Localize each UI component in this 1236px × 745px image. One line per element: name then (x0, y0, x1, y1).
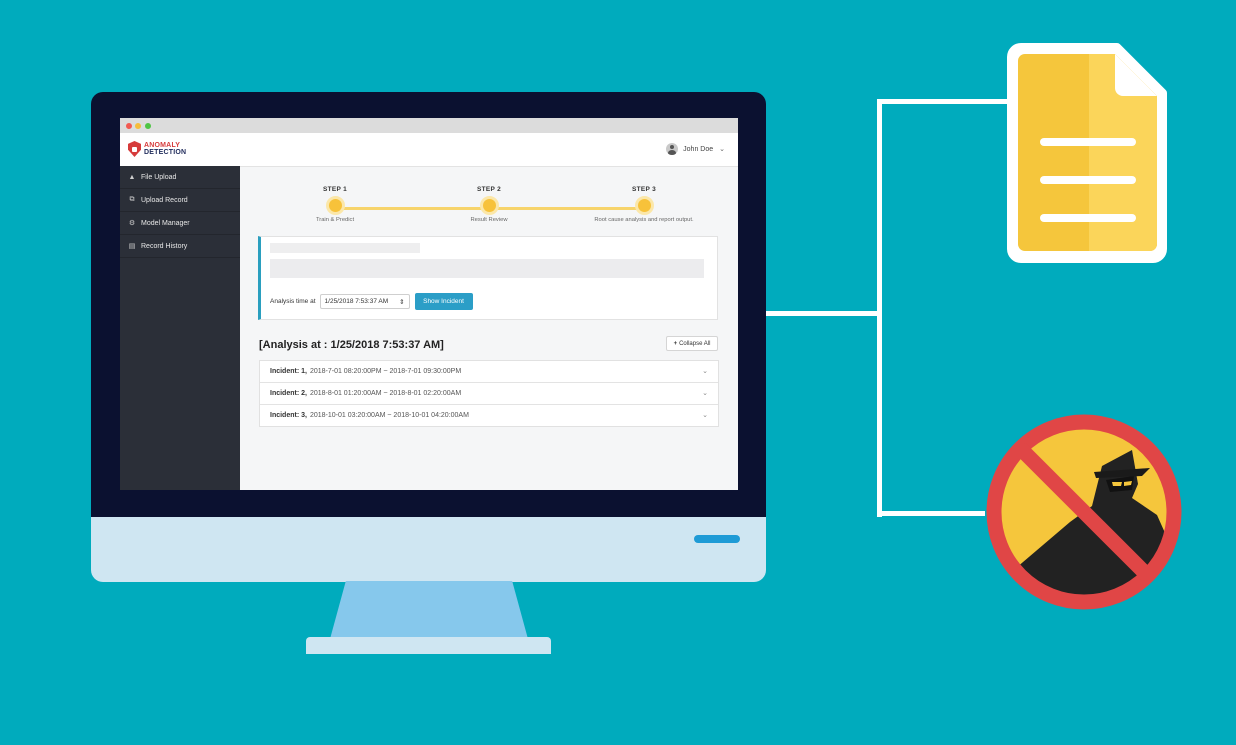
connector-line (877, 99, 1009, 104)
step-dot (634, 196, 654, 215)
incident-label: Incident: 1, (270, 368, 307, 375)
monitor-stand-neck (330, 581, 528, 639)
selected-time: 1/25/2018 7:53:37 AM (324, 298, 389, 305)
chevron-down-icon: ⌄ (702, 412, 708, 419)
step-progress: STEP 1 Train & Predict STEP 2 Result Rev… (240, 166, 738, 232)
window-titlebar (120, 118, 738, 133)
step-caption: Train & Predict (315, 217, 355, 223)
app-window: ANOMALY DETECTION John Doe ⌄ ▲ File Uplo… (120, 118, 738, 490)
copy-icon: ⧉ (129, 196, 135, 203)
list-item[interactable]: Incident: 3, 2018-10-01 03:20:00AM ~ 201… (260, 405, 718, 426)
connector-line (766, 311, 880, 316)
window-minimize-button[interactable] (135, 123, 141, 129)
analysis-title: [Analysis at : 1/25/2018 7:53:37 AM] (259, 339, 444, 351)
incident-range: 2018-7-01 08:20:00PM ~ 2018-7-01 09:30:0… (309, 368, 462, 375)
show-incident-button[interactable]: Show Incident (414, 293, 473, 310)
step-3[interactable]: STEP 3 Root cause analysis and report ou… (574, 186, 714, 223)
blurred-text-placeholder (270, 243, 420, 253)
collapse-all-button[interactable]: + Collapse All (666, 336, 718, 351)
document-icon (1007, 43, 1167, 263)
window-close-button[interactable] (126, 123, 132, 129)
no-hacker-icon (986, 414, 1182, 610)
chevron-down-icon: ⌄ (702, 390, 708, 397)
sidebar-item-label: Upload Record (141, 196, 188, 204)
sidebar-item-upload-record[interactable]: ⧉ Upload Record (120, 189, 240, 212)
avatar (666, 143, 679, 155)
shield-lock-icon (128, 141, 141, 157)
sidebar-item-record-history[interactable]: ▤ Record History (120, 235, 240, 258)
collapse-all-label: Collapse All (679, 340, 711, 347)
connector-line (877, 99, 882, 517)
connector-line (877, 511, 985, 516)
sidebar-item-label: File Upload (141, 173, 177, 181)
sidebar-item-label: Model Manager (141, 219, 190, 227)
step-number: STEP 1 (322, 186, 348, 193)
step-2[interactable]: STEP 2 Result Review (419, 186, 559, 223)
incident-label: Incident: 2, (270, 390, 307, 397)
chevron-down-icon: ⌄ (702, 368, 708, 375)
list-item[interactable]: Incident: 1, 2018-7-01 08:20:00PM ~ 2018… (260, 361, 718, 383)
app-logo[interactable]: ANOMALY DETECTION (128, 141, 186, 157)
list-item[interactable]: Incident: 2, 2018-8-01 01:20:00AM ~ 2018… (260, 383, 718, 405)
analysis-time-label: Analysis time at (270, 298, 316, 305)
app-header: ANOMALY DETECTION John Doe ⌄ (120, 133, 738, 167)
step-number: STEP 2 (476, 186, 502, 193)
select-arrows-icon: ⇕ (399, 298, 405, 306)
document-icon: ▤ (128, 243, 136, 250)
user-menu[interactable]: John Doe ⌄ (666, 143, 725, 155)
user-name: John Doe (683, 145, 714, 153)
main-content: STEP 1 Train & Predict STEP 2 Result Rev… (240, 166, 738, 490)
gears-icon: ⚙ (128, 220, 136, 227)
step-caption: Result Review (470, 217, 508, 223)
step-number: STEP 3 (631, 186, 657, 193)
monitor-chin (91, 517, 766, 582)
logo-line1: ANOMALY (144, 142, 181, 149)
chevron-down-icon: ⌄ (719, 146, 725, 153)
incident-range: 2018-10-01 03:20:00AM ~ 2018-10-01 04:20… (309, 412, 469, 419)
upload-icon: ▲ (128, 173, 136, 181)
sidebar-item-file-upload[interactable]: ▲ File Upload (120, 166, 240, 189)
incident-label: Incident: 3, (270, 412, 307, 419)
sidebar-item-model-manager[interactable]: ⚙ Model Manager (120, 212, 240, 235)
power-indicator (694, 535, 740, 543)
step-dot (479, 196, 499, 215)
incident-range: 2018-8-01 01:20:00AM ~ 2018-8-01 02:20:0… (309, 390, 462, 397)
blurred-text-placeholder (270, 259, 704, 278)
analysis-time-row: Analysis time at 1/25/2018 7:53:37 AM ⇕ … (270, 293, 473, 310)
sidebar-item-label: Record History (141, 242, 188, 250)
incident-list: Incident: 1, 2018-7-01 08:20:00PM ~ 2018… (259, 360, 719, 427)
plus-icon: + (673, 340, 678, 347)
analysis-time-select[interactable]: 1/25/2018 7:53:37 AM ⇕ (319, 294, 410, 309)
step-1[interactable]: STEP 1 Train & Predict (265, 186, 405, 223)
sidebar: ▲ File Upload ⧉ Upload Record ⚙ Model Ma… (120, 166, 240, 490)
logo-line2: DETECTION (144, 149, 187, 156)
monitor-stand-base (306, 637, 551, 654)
step-dot (325, 196, 345, 215)
logo-text: ANOMALY DETECTION (144, 142, 186, 156)
window-maximize-button[interactable] (145, 123, 151, 129)
step-caption: Root cause analysis and report output. (594, 217, 694, 223)
analysis-form-card: Analysis time at 1/25/2018 7:53:37 AM ⇕ … (258, 236, 718, 320)
